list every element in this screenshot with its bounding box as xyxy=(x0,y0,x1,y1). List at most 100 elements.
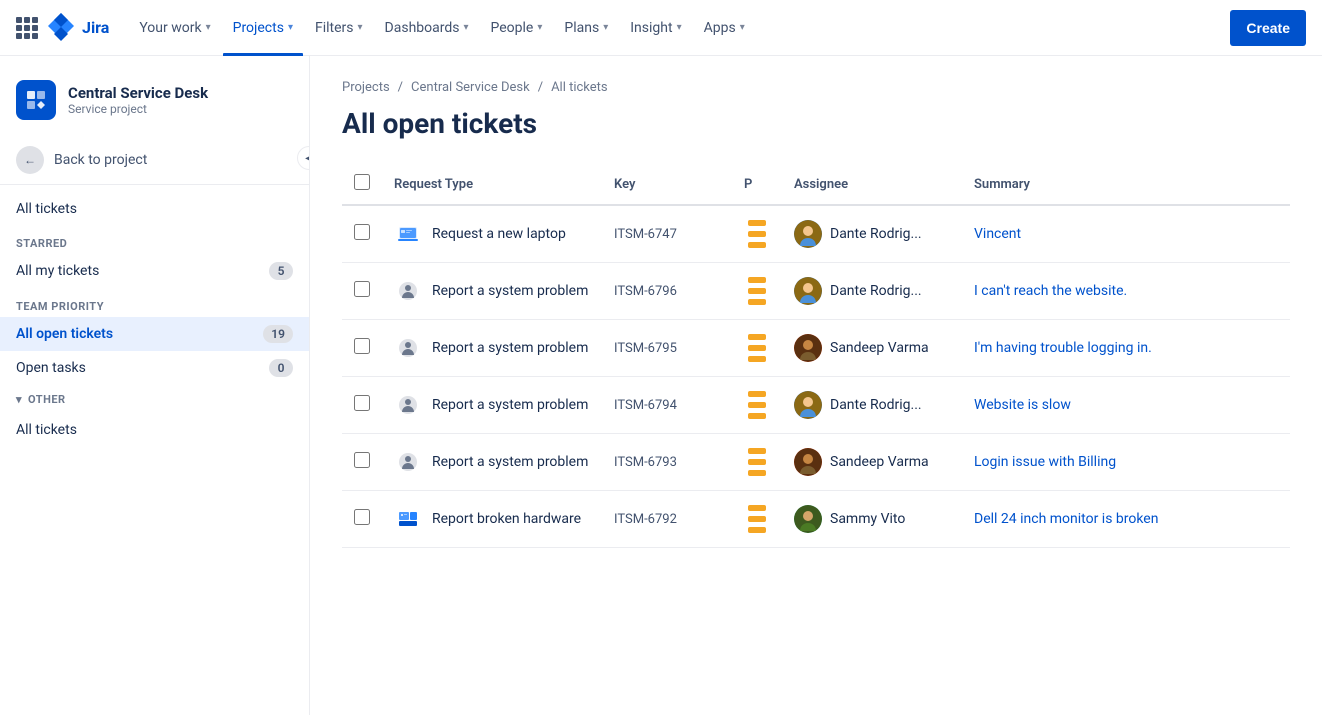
row-checkbox[interactable] xyxy=(354,281,370,297)
ticket-key-cell: ITSM-6747 xyxy=(602,205,732,263)
priority-cell xyxy=(732,491,782,548)
breadcrumb-projects[interactable]: Projects xyxy=(342,80,390,95)
assignee-name: Dante Rodrig... xyxy=(830,397,922,413)
row-checkbox-cell xyxy=(342,377,382,434)
avatar xyxy=(794,448,822,476)
nav-insight[interactable]: Insight ▾ xyxy=(620,8,691,48)
logo-text: Jira xyxy=(82,18,109,37)
sidebar-other-toggle[interactable]: ▾ OTHER xyxy=(0,385,309,414)
priority-icon xyxy=(744,389,770,421)
priority-icon xyxy=(744,446,770,478)
priority-cell xyxy=(732,434,782,491)
sidebar-item-all-open-tickets[interactable]: All open tickets 19 xyxy=(0,317,309,351)
back-icon: ← xyxy=(16,146,44,174)
summary-cell: Website is slow xyxy=(962,377,1290,434)
jira-logo[interactable]: Jira xyxy=(46,13,109,43)
nav-filters[interactable]: Filters ▾ xyxy=(305,8,373,48)
assignee-cell: Dante Rodrig... xyxy=(782,205,962,263)
chevron-down-icon: ▾ xyxy=(603,22,608,33)
table-row: Request a new laptop ITSM-6747 Dante Rod… xyxy=(342,205,1290,263)
chevron-down-icon: ▾ xyxy=(16,393,22,406)
breadcrumb-sep-2: / xyxy=(538,80,543,95)
header-checkbox-cell xyxy=(342,164,382,205)
avatar xyxy=(794,505,822,533)
select-all-checkbox[interactable] xyxy=(354,174,370,190)
summary-link[interactable]: Login issue with Billing xyxy=(974,454,1116,470)
nav-people[interactable]: People ▾ xyxy=(481,8,553,48)
chevron-down-icon: ▾ xyxy=(288,22,293,33)
summary-cell: Login issue with Billing xyxy=(962,434,1290,491)
chevron-down-icon: ▾ xyxy=(677,22,682,33)
sidebar-item-all-tickets-main[interactable]: All tickets xyxy=(0,193,309,225)
row-checkbox[interactable] xyxy=(354,395,370,411)
project-name: Central Service Desk xyxy=(68,84,208,102)
breadcrumb-central-service-desk[interactable]: Central Service Desk xyxy=(411,80,530,95)
summary-link[interactable]: I'm having trouble logging in. xyxy=(974,340,1152,356)
summary-link[interactable]: I can't reach the website. xyxy=(974,283,1127,299)
nav-projects[interactable]: Projects ▾ xyxy=(223,8,303,48)
all-my-tickets-badge: 5 xyxy=(269,262,293,280)
ticket-key: ITSM-6793 xyxy=(614,455,677,470)
nav-apps[interactable]: Apps ▾ xyxy=(694,8,755,48)
summary-link[interactable]: Website is slow xyxy=(974,397,1071,413)
back-to-project-button[interactable]: ← Back to project xyxy=(0,136,309,185)
ticket-key: ITSM-6792 xyxy=(614,512,677,527)
row-checkbox[interactable] xyxy=(354,338,370,354)
create-button[interactable]: Create xyxy=(1230,10,1306,46)
request-type-cell: Report a system problem xyxy=(382,377,602,434)
ticket-key-cell: ITSM-6796 xyxy=(602,263,732,320)
all-open-tickets-badge: 19 xyxy=(263,325,293,343)
assignee-name: Sammy Vito xyxy=(830,511,905,527)
table-header: Request Type Key P Assignee Summary xyxy=(342,164,1290,205)
summary-link[interactable]: Dell 24 inch monitor is broken xyxy=(974,511,1158,527)
row-checkbox[interactable] xyxy=(354,224,370,240)
assignee-cell: Dante Rodrig... xyxy=(782,377,962,434)
sidebar-project: Central Service Desk Service project xyxy=(0,72,309,136)
avatar xyxy=(794,391,822,419)
request-type-icon xyxy=(394,277,422,305)
sidebar-item-open-tasks[interactable]: Open tasks 0 xyxy=(0,351,309,385)
row-checkbox-cell xyxy=(342,491,382,548)
nav-your-work[interactable]: Your work ▾ xyxy=(129,8,220,48)
assignee-name: Dante Rodrig... xyxy=(830,283,922,299)
header-request-type: Request Type xyxy=(382,164,602,205)
row-checkbox[interactable] xyxy=(354,452,370,468)
request-type-cell: Request a new laptop xyxy=(382,205,602,263)
row-checkbox-cell xyxy=(342,320,382,377)
request-type-label: Report a system problem xyxy=(432,340,588,356)
sidebar-item-all-my-tickets[interactable]: All my tickets 5 xyxy=(0,254,309,288)
header-assignee: Assignee xyxy=(782,164,962,205)
ticket-key: ITSM-6794 xyxy=(614,398,677,413)
row-checkbox[interactable] xyxy=(354,509,370,525)
ticket-key-cell: ITSM-6792 xyxy=(602,491,732,548)
sidebar-section-team-priority: TEAM PRIORITY xyxy=(0,288,309,317)
table-row: Report a system problem ITSM-6793 Sandee… xyxy=(342,434,1290,491)
open-tasks-badge: 0 xyxy=(269,359,293,377)
request-type-label: Report broken hardware xyxy=(432,511,581,527)
request-type-icon xyxy=(394,220,422,248)
app-switcher[interactable] xyxy=(16,17,38,39)
project-info: Central Service Desk Service project xyxy=(68,84,208,116)
summary-link[interactable]: Vincent xyxy=(974,226,1021,242)
priority-cell xyxy=(732,263,782,320)
priority-icon xyxy=(744,332,770,364)
page-title: All open tickets xyxy=(342,107,1290,140)
table-row: Report a system problem ITSM-6796 Dante … xyxy=(342,263,1290,320)
avatar xyxy=(794,334,822,362)
nav-dashboards[interactable]: Dashboards ▾ xyxy=(375,8,479,48)
chevron-down-icon: ▾ xyxy=(463,22,468,33)
chevron-down-icon: ▾ xyxy=(206,22,211,33)
request-type-cell: Report a system problem xyxy=(382,320,602,377)
nav-plans[interactable]: Plans ▾ xyxy=(554,8,618,48)
table-row: Report a system problem ITSM-6794 Dante … xyxy=(342,377,1290,434)
request-type-cell: Report broken hardware xyxy=(382,491,602,548)
table-row: Report broken hardware ITSM-6792 Sammy V… xyxy=(342,491,1290,548)
request-type-icon xyxy=(394,391,422,419)
request-type-label: Report a system problem xyxy=(432,283,588,299)
breadcrumb: Projects / Central Service Desk / All ti… xyxy=(342,80,1290,95)
priority-cell xyxy=(732,205,782,263)
request-type-icon xyxy=(394,448,422,476)
table-row: Report a system problem ITSM-6795 Sandee… xyxy=(342,320,1290,377)
sidebar-item-all-tickets-other[interactable]: All tickets xyxy=(0,414,309,446)
row-checkbox-cell xyxy=(342,263,382,320)
